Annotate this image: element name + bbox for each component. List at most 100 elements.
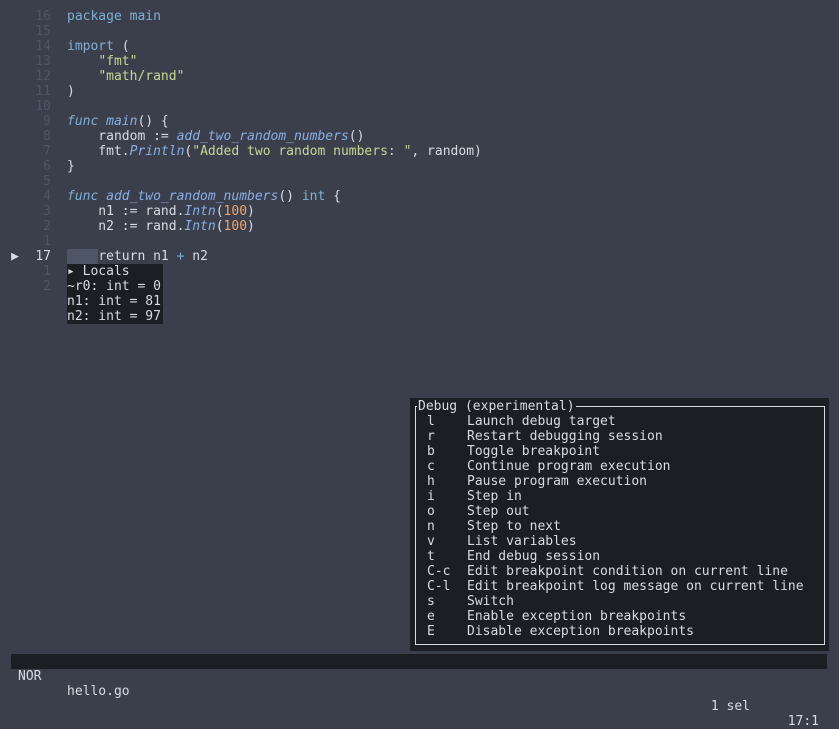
code-line[interactable]: 5 [0, 174, 839, 189]
local-variable: n2: int = 97 [67, 309, 161, 324]
debug-menu-item[interactable]: n Step to next [427, 519, 561, 534]
code-text: package main [67, 9, 161, 24]
menu-item-key: s [427, 594, 435, 609]
code-text: import ( [67, 39, 130, 54]
line-number: 7 [43, 144, 51, 159]
debug-menu-popup: Debug (experimental) l Launch debug targe… [410, 398, 829, 651]
line-number: 10 [35, 99, 51, 114]
code-line[interactable]: 14 import ( [0, 39, 839, 54]
code-line[interactable]: 11) [0, 84, 839, 99]
local-variable: ~r0: int = 0 [67, 279, 161, 294]
line-number: 1 [43, 234, 51, 249]
code-text: "fmt" [98, 54, 138, 69]
code-line[interactable]: 9 func main() { [0, 114, 839, 129]
line-number: 2 [43, 279, 51, 294]
menu-item-label: Restart debugging session [467, 429, 663, 444]
cursor-position: 17:1 [787, 714, 819, 729]
menu-item-key: c [427, 459, 435, 474]
debug-menu-item[interactable]: C-l Edit breakpoint log message on curren… [427, 579, 804, 594]
code-line[interactable]: 7 fmt.Println("Added two random numbers:… [0, 144, 839, 159]
menu-item-label: Edit breakpoint log message on current l… [467, 579, 804, 594]
local-variable: n1: int = 81 [67, 294, 161, 309]
line-number: 15 [35, 24, 51, 39]
menu-item-key: o [427, 504, 435, 519]
debug-menu-item[interactable]: i Step in [427, 489, 522, 504]
menu-item-label: Pause program execution [467, 474, 648, 489]
debug-pointer-icon: ▶ [11, 249, 19, 264]
debug-menu-item[interactable]: c Continue program execution [427, 459, 671, 474]
debug-menu-item[interactable]: l Launch debug target [427, 414, 616, 429]
debug-menu-item[interactable]: e Enable exception breakpoints [427, 609, 686, 624]
debug-menu-item[interactable]: b Toggle breakpoint [427, 444, 600, 459]
selection-count: 1 sel [710, 699, 750, 714]
menu-item-label: Step in [467, 489, 522, 504]
debug-menu-item[interactable]: h Pause program execution [427, 474, 647, 489]
menu-item-label: Switch [467, 594, 514, 609]
debug-menu-item[interactable]: E Disable exception breakpoints [427, 624, 694, 639]
line-number: 3 [43, 204, 51, 219]
menu-item-label: End debug session [467, 549, 601, 564]
code-line[interactable]: 1 [0, 234, 839, 249]
menu-item-key: b [427, 444, 435, 459]
menu-item-key: l [427, 414, 435, 429]
menu-item-label: Step out [467, 504, 530, 519]
line-number: 14 [35, 39, 51, 54]
line-number: 1 [43, 264, 51, 279]
menu-item-key: E [427, 624, 435, 639]
menu-item-key: e [427, 609, 435, 624]
menu-item-key: h [427, 474, 435, 489]
menu-item-label: Edit breakpoint condition on current lin… [467, 564, 788, 579]
code-line[interactable]: 10 [0, 99, 839, 114]
menu-item-key: n [427, 519, 435, 534]
menu-item-label: Launch debug target [467, 414, 616, 429]
code-line[interactable]: 6} [0, 159, 839, 174]
code-text: fmt.Println("Added two random numbers: "… [67, 144, 482, 159]
debug-menu-title: Debug (experimental) [417, 399, 576, 414]
menu-item-key: C-l [427, 579, 451, 594]
code-line[interactable]: 13 "fmt" [0, 54, 839, 69]
code-text: } [67, 159, 75, 174]
line-number: 17 [35, 249, 51, 264]
line-number: 12 [35, 69, 51, 84]
line-number: 6 [43, 159, 51, 174]
code-line[interactable]: 12 "math/rand" [0, 69, 839, 84]
code-line[interactable]: 2 n2 := rand.Intn(100) [0, 219, 839, 234]
line-number: 5 [43, 174, 51, 189]
locals-header: ▸ Locals [67, 264, 130, 279]
line-number: 11 [35, 84, 51, 99]
menu-item-label: Step to next [467, 519, 561, 534]
menu-item-key: r [427, 429, 435, 444]
menu-item-label: Enable exception breakpoints [467, 609, 687, 624]
debug-menu-item[interactable]: s Switch [427, 594, 514, 609]
code-text: return n1 + n2 [67, 249, 208, 264]
code-line[interactable]: 3 n1 := rand.Intn(100) [0, 204, 839, 219]
code-text: n1 := rand.Intn(100) [67, 204, 255, 219]
debug-menu-item[interactable]: C-c Edit breakpoint condition on current … [427, 564, 788, 579]
menu-item-key: i [427, 489, 435, 504]
file-name: hello.go [67, 684, 130, 699]
line-number: 16 [35, 9, 51, 24]
debug-menu-item[interactable]: t End debug session [427, 549, 600, 564]
line-number: 9 [43, 114, 51, 129]
menu-item-label: List variables [467, 534, 577, 549]
menu-item-label: Continue program execution [467, 459, 671, 474]
code-line[interactable]: 15 [0, 24, 839, 39]
code-text: func add_two_random_numbers() int { [67, 189, 341, 204]
menu-item-key: v [427, 534, 435, 549]
code-line[interactable]: ▶ 17 return n1 + n2 [0, 249, 839, 264]
code-line[interactable]: 8 random := add_two_random_numbers() [0, 129, 839, 144]
line-number: 8 [43, 129, 51, 144]
status-bar: NOR hello.go 1 sel 17:1 [11, 654, 827, 729]
debug-menu-item[interactable]: v List variables [427, 534, 577, 549]
code-text: ) [67, 84, 75, 99]
code-line[interactable]: 4 func add_two_random_numbers() int { [0, 189, 839, 204]
mode-indicator: NOR [18, 669, 42, 684]
debug-menu-item[interactable]: r Restart debugging session [427, 429, 663, 444]
locals-panel: ▸ Locals ~r0: int = 0 n1: int = 81 n2: i… [67, 264, 163, 324]
line-number: 4 [43, 189, 51, 204]
debug-menu-item[interactable]: o Step out [427, 504, 530, 519]
code-line[interactable]: 16 package main [0, 9, 839, 24]
menu-item-label: Disable exception breakpoints [467, 624, 694, 639]
menu-item-key: t [427, 549, 435, 564]
code-text: func main() { [67, 114, 169, 129]
